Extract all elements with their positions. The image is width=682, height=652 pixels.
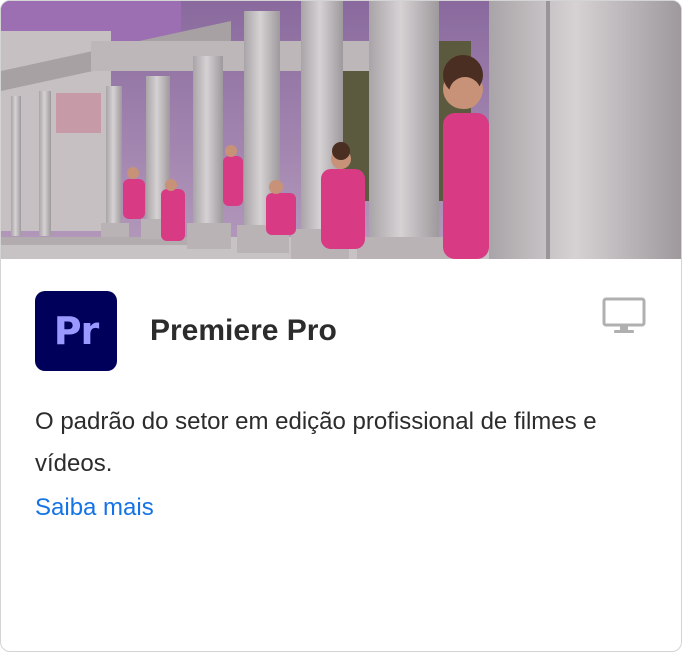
learn-more-link[interactable]: Saiba mais bbox=[35, 487, 154, 529]
colonnade-illustration bbox=[1, 1, 681, 259]
premiere-pro-app-icon: Pr bbox=[35, 291, 117, 371]
hero-image bbox=[1, 1, 681, 259]
product-card[interactable]: Pr Premiere Pro O padrão do setor em edi… bbox=[0, 0, 682, 652]
app-icon-text: Pr bbox=[53, 309, 100, 353]
desktop-monitor-icon bbox=[601, 297, 649, 337]
app-title: Premiere Pro bbox=[150, 314, 337, 347]
app-description: O padrão do setor em edição profissional… bbox=[35, 408, 597, 477]
